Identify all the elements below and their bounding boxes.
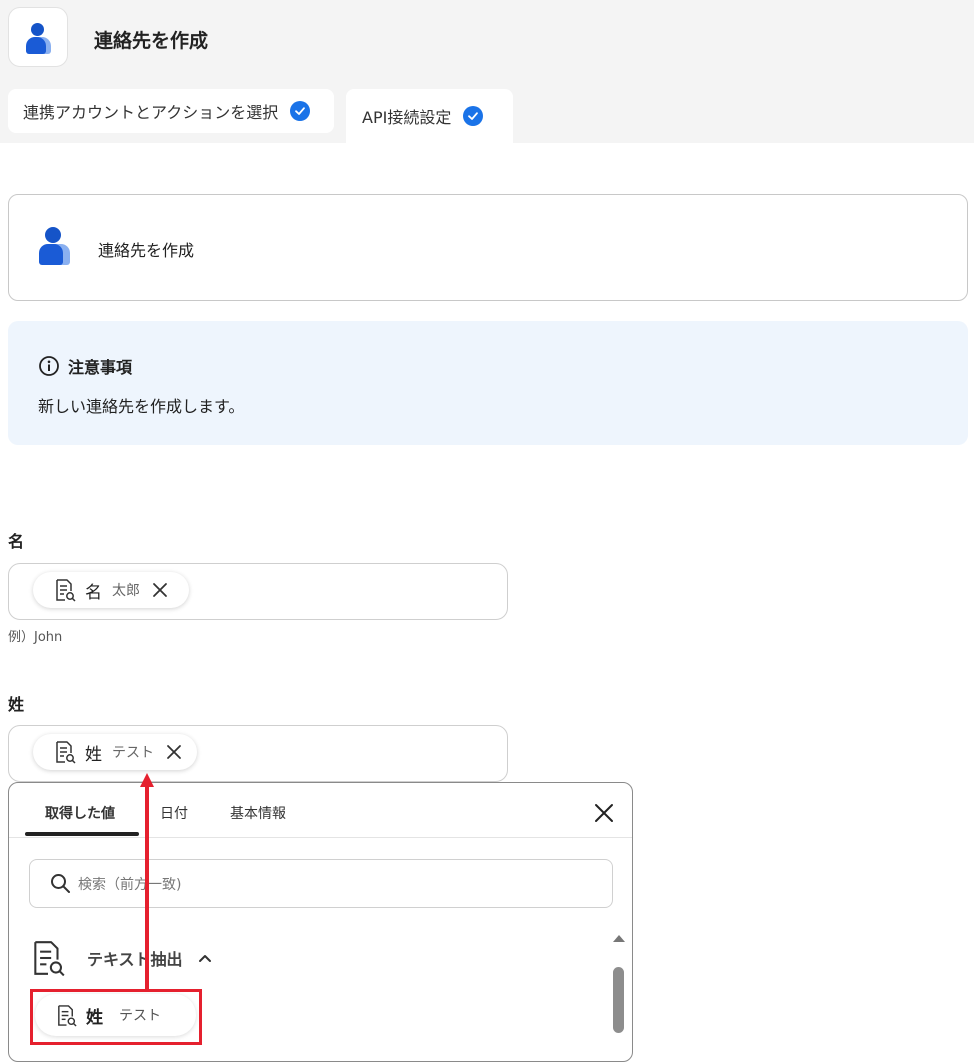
tab-acquired-values[interactable]: 取得した値 <box>45 803 115 823</box>
chip-value: 太郎 <box>112 583 140 599</box>
section-text-extraction[interactable]: テキスト抽出 <box>29 939 213 977</box>
page-title: 連絡先を作成 <box>94 30 209 52</box>
tab-select-account-action[interactable]: 連携アカウントとアクションを選択 <box>8 89 334 133</box>
active-tab-indicator <box>25 832 139 836</box>
first-name-label: 名 <box>8 532 25 551</box>
search-input[interactable]: 検索（前方一致) <box>29 859 613 908</box>
search-placeholder: 検索（前方一致) <box>78 876 182 893</box>
tab-label: API接続設定 <box>362 108 452 127</box>
last-name-label: 姓 <box>8 695 25 714</box>
person-icon <box>25 23 55 55</box>
section-label: テキスト抽出 <box>87 950 183 969</box>
check-icon <box>290 101 311 121</box>
scrollbar-thumb[interactable] <box>613 967 624 1033</box>
annotation-arrow-head <box>140 773 154 787</box>
last-name-field[interactable]: 姓 テスト <box>8 725 508 782</box>
app-icon <box>8 7 68 67</box>
tab-date[interactable]: 日付 <box>160 803 188 823</box>
document-search-icon <box>56 741 76 764</box>
notice-heading: 注意事項 <box>38 354 132 378</box>
option-value: テスト <box>119 1008 161 1024</box>
chip-value: テスト <box>112 745 154 761</box>
annotation-arrow-line <box>145 786 149 990</box>
document-search-icon <box>56 579 76 602</box>
notice-box: 注意事項 新しい連絡先を作成します。 <box>8 321 968 445</box>
tab-label: 連携アカウントとアクションを選択 <box>23 103 279 122</box>
first-name-hint: 例）John <box>8 630 63 645</box>
tab-api-settings[interactable]: API接続設定 <box>346 89 513 143</box>
value-option-last-name[interactable]: 姓 テスト <box>35 994 196 1036</box>
document-search-icon <box>58 1004 77 1027</box>
chip-label: 姓 <box>85 744 102 765</box>
variable-chip[interactable]: 姓 テスト <box>33 734 197 770</box>
action-card: 連絡先を作成 <box>8 194 968 301</box>
first-name-field[interactable]: 名 太郎 <box>8 563 508 620</box>
action-title: 連絡先を作成 <box>98 241 195 260</box>
notice-heading-text: 注意事項 <box>68 358 133 377</box>
variable-chip[interactable]: 名 太郎 <box>33 572 189 608</box>
info-icon <box>39 356 59 376</box>
value-picker-dropdown: 取得した値 日付 基本情報 検索（前方一致) テキスト抽出 姓 テスト <box>8 782 633 1062</box>
divider <box>9 837 632 838</box>
search-icon <box>51 874 70 893</box>
close-icon[interactable] <box>166 744 182 760</box>
document-search-icon <box>34 941 65 977</box>
chip-label: 名 <box>85 582 102 603</box>
chevron-up-icon <box>198 955 211 962</box>
close-icon[interactable] <box>594 803 614 823</box>
notice-text: 新しい連絡先を作成します。 <box>38 397 245 416</box>
close-icon[interactable] <box>152 582 168 598</box>
tab-basic-info[interactable]: 基本情報 <box>230 803 286 823</box>
scroll-up-arrow[interactable] <box>613 935 625 942</box>
option-label: 姓 <box>86 1007 103 1028</box>
check-icon <box>463 106 484 126</box>
person-icon <box>37 227 73 267</box>
